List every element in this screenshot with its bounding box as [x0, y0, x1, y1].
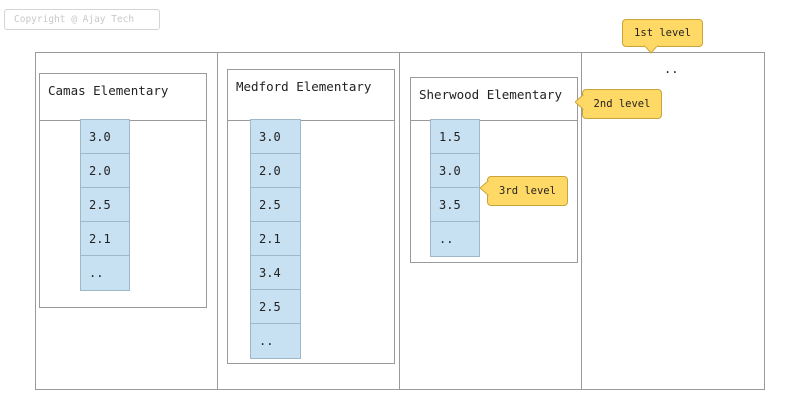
callout-first-level: 1st level: [622, 19, 703, 47]
school-title: Medford Elementary: [228, 70, 394, 121]
value-cell: 2.5: [250, 289, 301, 324]
value-cell: 3.0: [80, 119, 130, 154]
value-cell: ..: [250, 323, 301, 359]
callout-pointer: [575, 94, 584, 110]
callout-pointer: [643, 45, 659, 54]
callout-pointer: [480, 180, 489, 196]
value-cell: 2.1: [80, 221, 130, 256]
value-cell: 2.5: [80, 187, 130, 222]
value-cell: ..: [80, 255, 130, 291]
value-cell: ..: [430, 221, 480, 257]
column-divider: [399, 52, 400, 390]
value-cell: 1.5: [430, 119, 480, 154]
value-cell: 3.0: [250, 119, 301, 154]
value-cell: 2.5: [250, 187, 301, 222]
value-cell: 2.0: [80, 153, 130, 188]
school-title: Camas Elementary: [40, 74, 206, 121]
value-cell: 3.0: [430, 153, 480, 188]
more-indicator: ..: [664, 62, 679, 76]
value-cell: 3.5: [430, 187, 480, 222]
school-box-medford: Medford Elementary 3.0 2.0 2.5 2.1 3.4 2…: [227, 69, 395, 364]
value-cell: 2.0: [250, 153, 301, 188]
school-box-camas: Camas Elementary 3.0 2.0 2.5 2.1 ..: [39, 73, 207, 308]
school-title: Sherwood Elementary: [411, 78, 577, 121]
value-cell: 2.1: [250, 221, 301, 256]
copyright-watermark: Copyright @ Ajay Tech: [4, 9, 160, 30]
school-box-sherwood: Sherwood Elementary 1.5 3.0 3.5 ..: [410, 77, 578, 263]
column-divider: [217, 52, 218, 390]
callout-third-level: 3rd level: [487, 176, 568, 206]
value-cell: 3.4: [250, 255, 301, 290]
callout-second-level: 2nd level: [582, 89, 662, 119]
